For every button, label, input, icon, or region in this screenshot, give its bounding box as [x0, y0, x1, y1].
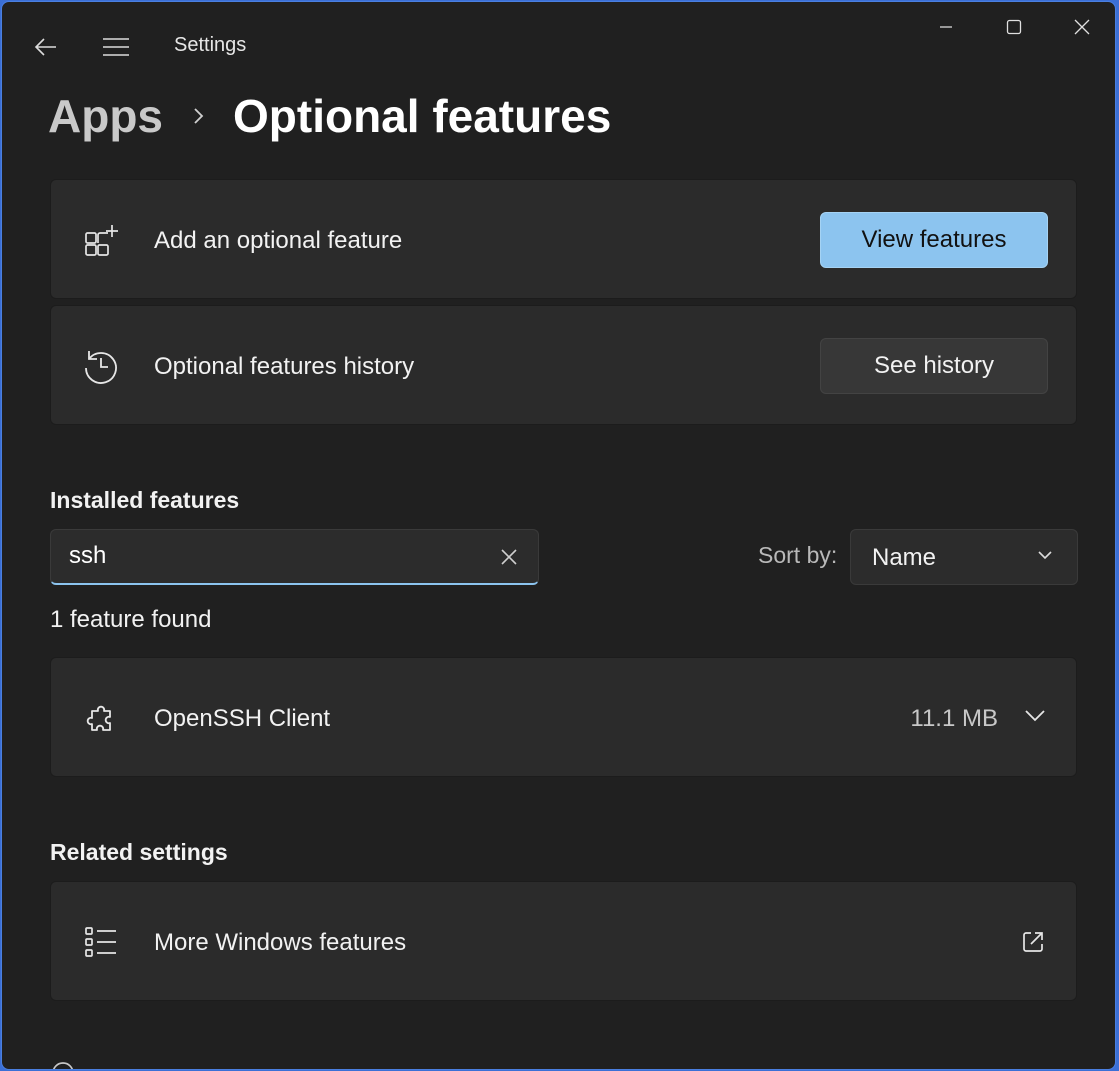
- expand-chevron-icon[interactable]: [1024, 708, 1046, 727]
- add-feature-card: Add an optional feature View features: [50, 179, 1077, 299]
- sort-dropdown[interactable]: Name: [850, 529, 1078, 585]
- feature-name: OpenSSH Client: [154, 705, 331, 732]
- see-history-button[interactable]: See history: [820, 338, 1048, 394]
- chevron-right-icon: [193, 107, 205, 125]
- more-windows-features-row[interactable]: More Windows features: [50, 881, 1077, 1001]
- clear-icon[interactable]: [498, 546, 520, 568]
- add-apps-icon: [81, 220, 121, 260]
- result-count: 1 feature found: [50, 606, 212, 633]
- minimize-icon[interactable]: [924, 10, 968, 44]
- settings-window: Settings Apps Optional features Add an o…: [1, 1, 1116, 1070]
- history-icon: [81, 346, 121, 386]
- related-settings-heading: Related settings: [50, 839, 228, 865]
- feature-size: 11.1 MB: [910, 705, 998, 732]
- sort-by-label: Sort by:: [758, 542, 838, 568]
- puzzle-icon: [81, 698, 121, 738]
- page-title: Optional features: [233, 90, 612, 142]
- search-input[interactable]: [69, 538, 469, 574]
- add-feature-label: Add an optional feature: [154, 227, 403, 254]
- breadcrumb-apps-link[interactable]: Apps: [48, 89, 163, 143]
- installed-features-heading: Installed features: [50, 487, 240, 513]
- feature-row-openssh[interactable]: OpenSSH Client 11.1 MB: [50, 657, 1077, 777]
- get-help-link[interactable]: [50, 1060, 76, 1069]
- maximize-icon[interactable]: [992, 10, 1036, 44]
- external-link-icon: [1020, 929, 1046, 960]
- history-card: Optional features history See history: [50, 305, 1077, 425]
- help-icon: [52, 1062, 74, 1069]
- search-box[interactable]: [50, 529, 539, 585]
- history-label: Optional features history: [154, 353, 415, 380]
- hamburger-menu-icon[interactable]: [98, 30, 134, 64]
- back-arrow-icon[interactable]: [28, 30, 62, 64]
- more-windows-features-label: More Windows features: [154, 929, 407, 956]
- chevron-down-icon: [1037, 548, 1053, 566]
- close-icon[interactable]: [1060, 10, 1104, 44]
- breadcrumb: Apps Optional features: [48, 86, 611, 146]
- app-title: Settings: [174, 34, 247, 56]
- title-bar: Settings: [2, 2, 1115, 90]
- list-icon: [81, 922, 121, 962]
- view-features-button[interactable]: View features: [820, 212, 1048, 268]
- sort-value: Name: [872, 544, 937, 571]
